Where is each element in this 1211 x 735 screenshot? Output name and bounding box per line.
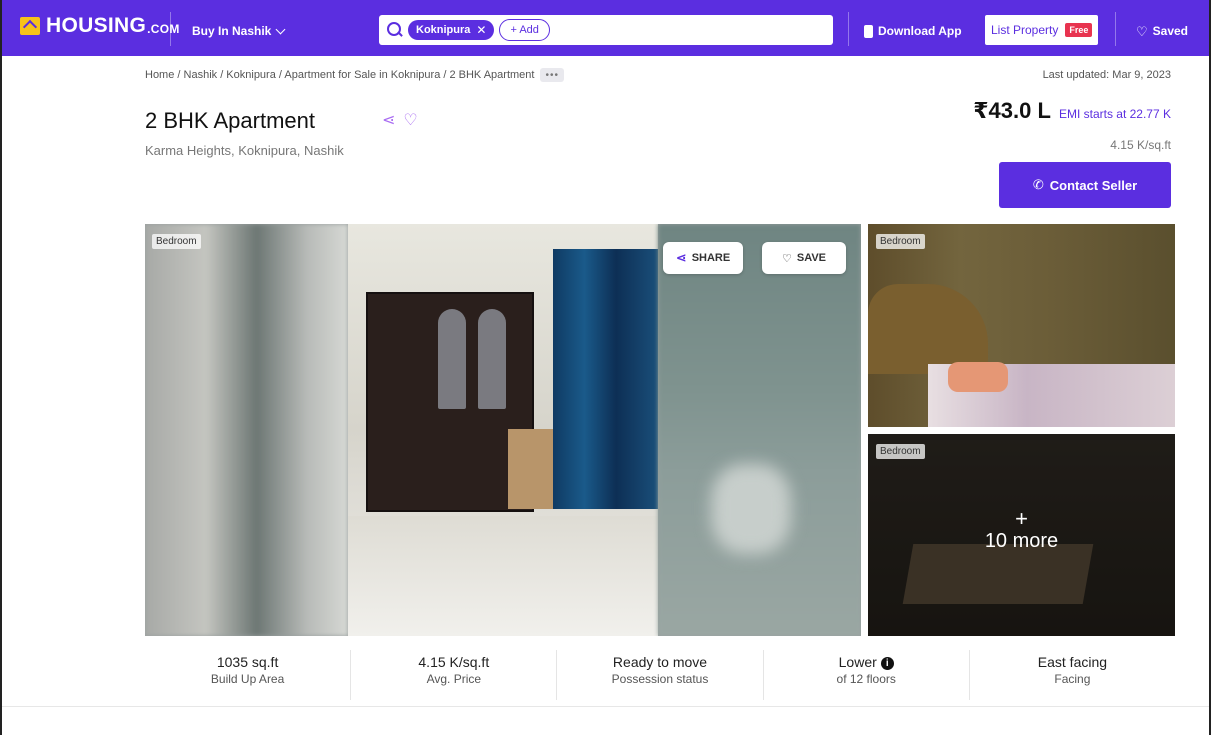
photo-tag: Bedroom [876,444,925,459]
header-divider [1115,12,1116,46]
top-navbar: HOUSING .COM Buy In Nashik Koknipura ✕ +… [2,0,1209,56]
photo-pillow [948,362,1008,392]
header-divider [848,12,849,46]
chevron-down-icon [275,24,286,34]
header-divider [170,12,171,46]
page-title: 2 BHK Apartment [145,108,315,133]
logo-icon [20,17,40,35]
share-button[interactable]: ⋖ SHARE [663,242,743,274]
stat-value: 1035 sq.ft [216,654,279,670]
contact-seller-button[interactable]: ✆ Contact Seller [999,162,1171,208]
stat-value: Ready to move [612,654,708,670]
photo-tag: Bedroom [876,234,925,249]
photo-headboard [868,284,988,374]
share-label: SHARE [691,252,731,264]
stat-area: 1035 sq.ft Build Up Area [145,650,352,700]
city-selector[interactable]: Buy In Nashik [192,24,286,38]
phone-call-icon: ✆ [1032,177,1044,192]
stat-value: 4.15 K/sq.ft [418,654,490,670]
photo-floor [348,516,658,636]
save-button[interactable]: ♡ SAVE [762,242,846,274]
stat-avg-price: 4.15 K/sq.ft Avg. Price [351,650,558,700]
search-icon [387,22,403,38]
breadcrumb: Home / Nashik / Koknipura / Apartment fo… [145,68,564,82]
title-actions: ⋖ ♡ [382,110,418,130]
stat-value: Lower [838,654,877,670]
logo-text: HOUSING [46,14,147,37]
property-location: Karma Heights, Koknipura, Nashik [145,143,344,158]
stat-label: Facing [1054,672,1091,686]
list-property-label: List Property [991,23,1059,37]
housing-logo[interactable]: HOUSING .COM [20,14,180,38]
stat-floor: Lower i of 12 floors [764,650,970,700]
price-per-sqft: 4.15 K/sq.ft [1110,138,1171,152]
stat-label: Possession status [611,672,709,686]
stat-label: of 12 floors [836,672,896,686]
main-photo[interactable]: Bedroom ⋖ SHARE ♡ SAVE [145,224,861,636]
stat-possession: Ready to move Possession status [557,650,764,700]
phone-icon [864,24,873,38]
price-row: ₹43.0 L EMI starts at 22.77 K [973,98,1171,124]
search-bar[interactable]: Koknipura ✕ + Add [379,15,833,45]
saved-label: Saved [1152,24,1189,38]
photo-blur-left [145,224,348,636]
locality-chip-label: Koknipura [416,24,471,36]
property-stats: 1035 sq.ft Build Up Area 4.15 K/sq.ft Av… [145,650,1175,700]
close-icon[interactable]: ✕ [476,23,486,37]
stat-value-row: Lower i [764,654,969,670]
more-photos-thumbnail[interactable]: Bedroom + 10 more [868,434,1175,636]
more-photos-count: 10 more [984,530,1059,552]
more-photos-label: + 10 more [868,508,1175,553]
heart-icon: ♡ [1136,23,1148,39]
city-selector-label: Buy In Nashik [192,24,272,38]
stat-label: Build Up Area [210,672,285,686]
download-app-link[interactable]: Download App [864,24,962,38]
thumbnail-photo[interactable]: Bedroom [868,224,1175,427]
last-updated: Last updated: Mar 9, 2023 [1042,69,1171,81]
price: ₹43.0 L [973,98,1051,123]
breadcrumb-path[interactable]: Home / Nashik / Koknipura / Apartment fo… [145,69,534,81]
stat-label: Avg. Price [426,672,482,686]
photo-curtain [553,249,658,509]
list-property-button[interactable]: List Property Free [985,15,1098,45]
breadcrumb-more-button[interactable]: ••• [540,68,564,82]
photo-blur-right [658,224,861,636]
add-locality-button[interactable]: + Add [499,19,550,41]
stat-value: East facing [1037,654,1108,670]
contact-seller-label: Contact Seller [1049,177,1138,193]
stat-facing: East facing Facing [970,650,1175,700]
download-app-label: Download App [878,24,962,38]
photo-blur-blob [711,464,791,554]
heart-icon: ♡ [781,252,792,265]
photo-mirror [478,309,506,409]
photo-mirror [438,309,466,409]
photo-tag: Bedroom [152,234,201,249]
logo-suffix: .COM [147,21,180,36]
plus-icon: + [1015,506,1028,531]
heart-icon[interactable]: ♡ [403,110,417,130]
free-badge: Free [1065,23,1093,37]
emi-link[interactable]: EMI starts at 22.77 K [1059,107,1171,121]
share-icon: ⋖ [675,250,687,265]
saved-link[interactable]: ♡ Saved [1136,24,1188,38]
locality-chip[interactable]: Koknipura ✕ [408,20,495,40]
section-divider [2,706,1209,707]
info-icon[interactable]: i [880,657,894,670]
bedroom-photo [348,224,658,636]
save-label: SAVE [796,252,826,264]
share-icon[interactable]: ⋖ [382,110,395,130]
